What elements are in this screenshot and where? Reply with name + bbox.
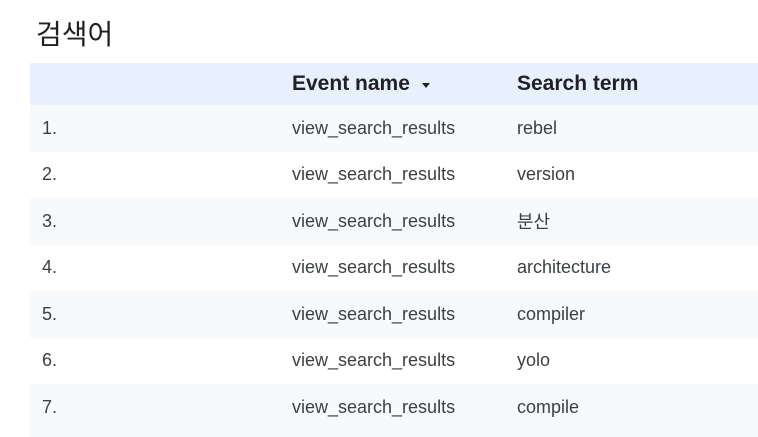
header-event-name-label[interactable]: Event name <box>292 72 410 96</box>
table-row: 3. view_search_results 분산 <box>30 198 758 245</box>
row-index: 5. <box>42 303 58 324</box>
header-search-term[interactable]: Search term <box>517 72 758 96</box>
row-search-term: compile <box>517 396 580 417</box>
caret-down-icon[interactable] <box>421 82 430 88</box>
table-header: Event name Search term <box>30 63 758 105</box>
row-event-name: view_search_results <box>292 210 456 231</box>
header-event-name[interactable]: Event name <box>292 72 517 96</box>
row-event-name: view_search_results <box>292 303 456 324</box>
table-row: 6. view_search_results yolo <box>30 338 758 385</box>
row-index: 4. <box>42 257 58 278</box>
row-index: 6. <box>42 350 58 371</box>
row-search-term: compiler <box>517 303 586 324</box>
row-search-term: rebel <box>517 117 558 138</box>
row-event-name: view_search_results <box>292 164 456 185</box>
row-search-term: architecture <box>517 257 612 278</box>
table-row: 4. view_search_results architecture <box>30 245 758 292</box>
table-row: 7. view_search_results compile <box>30 384 758 431</box>
row-search-term: 분산 <box>517 212 551 233</box>
row-event-name: view_search_results <box>292 350 456 371</box>
search-terms-table: Event name Search term 1. view_search_re… <box>30 63 758 437</box>
table-row: 5. view_search_results compiler <box>30 291 758 338</box>
table-row: 1. view_search_results rebel <box>30 105 758 152</box>
row-event-name: view_search_results <box>292 257 456 278</box>
row-index: 3. <box>42 210 58 231</box>
row-event-name: view_search_results <box>292 396 456 417</box>
row-index: 7. <box>42 396 58 417</box>
row-event-name: view_search_results <box>292 117 456 138</box>
page-title: 검색어 <box>36 18 114 51</box>
table-row: 2. view_search_results version <box>30 152 758 199</box>
row-index: 1. <box>42 117 58 138</box>
row-search-term: yolo <box>517 350 551 371</box>
row-search-term: version <box>517 164 576 185</box>
row-index: 2. <box>42 164 58 185</box>
